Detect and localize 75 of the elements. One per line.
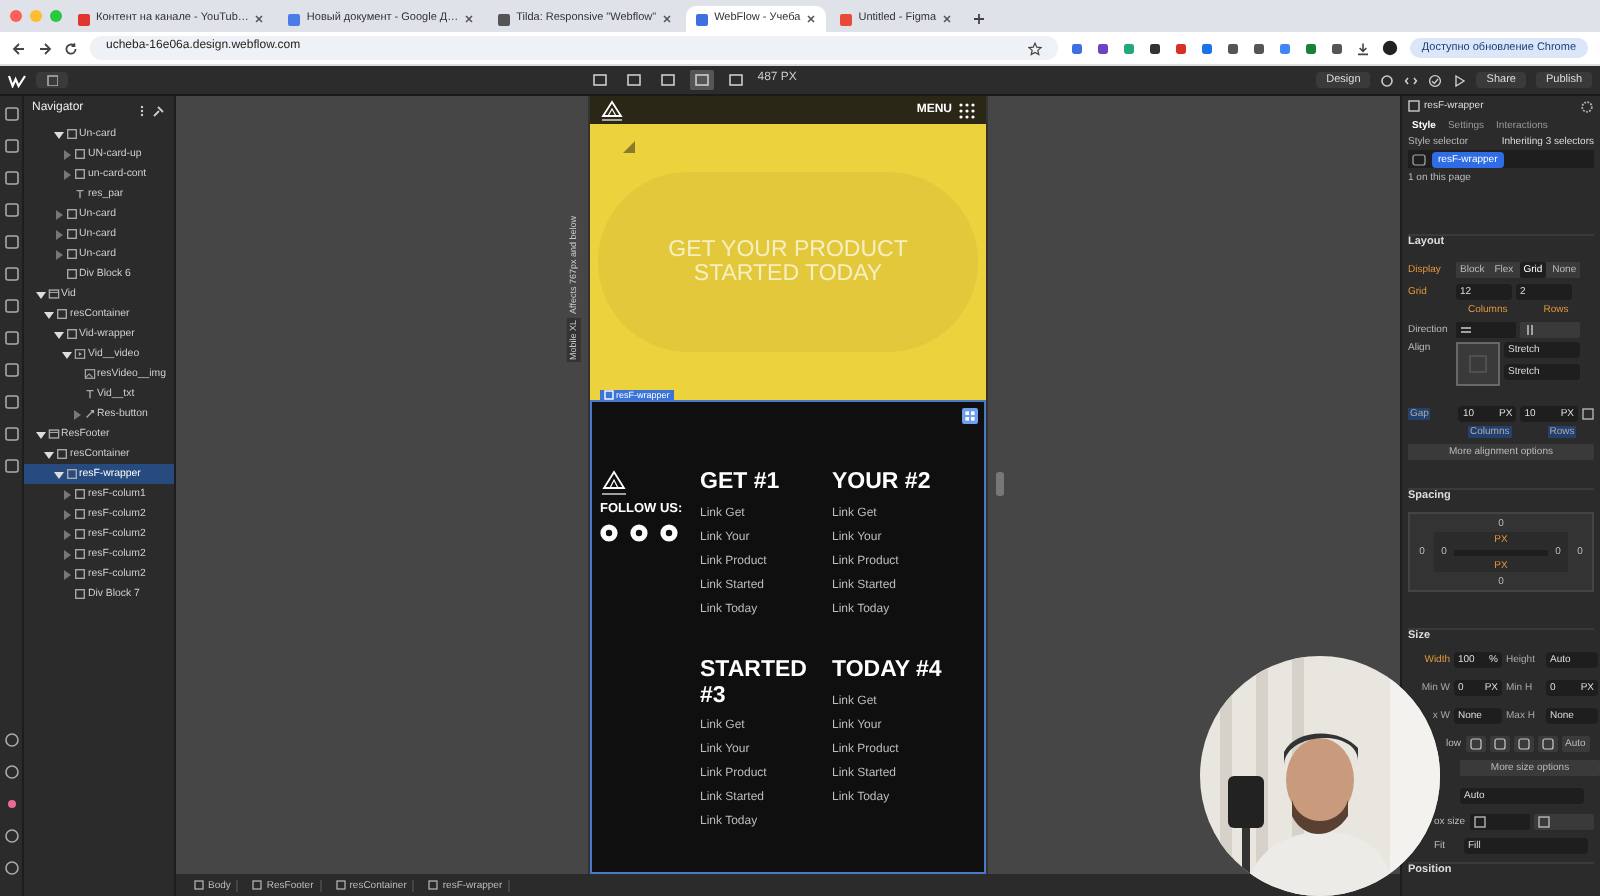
box-icon bbox=[194, 880, 204, 890]
overflow-option[interactable] bbox=[1465, 735, 1486, 751]
close-icon[interactable] bbox=[464, 14, 475, 24]
box-icon bbox=[65, 268, 77, 280]
box-icon bbox=[74, 528, 86, 540]
footer-column-heading: STARTED #3 bbox=[700, 658, 809, 709]
record-icon[interactable] bbox=[3, 796, 19, 812]
footer-column-heading: TODAY #4 bbox=[832, 658, 944, 684]
logo-icon bbox=[600, 99, 624, 121]
box-icon bbox=[74, 148, 86, 160]
hero-heading: GET YOUR PRODUCT STARTED TODAY bbox=[666, 237, 910, 287]
box-icon bbox=[1408, 100, 1420, 112]
box-size-option[interactable] bbox=[1469, 813, 1530, 829]
desktop-icon[interactable] bbox=[587, 70, 612, 90]
logo-icon bbox=[8, 73, 26, 87]
text-icon bbox=[74, 188, 86, 200]
box-icon bbox=[1537, 815, 1550, 827]
box-icon bbox=[65, 228, 77, 240]
pages-button[interactable] bbox=[36, 72, 68, 88]
avatar-icon[interactable] bbox=[1381, 40, 1398, 56]
box-icon bbox=[74, 568, 86, 580]
box-icon bbox=[65, 328, 77, 340]
section-icon bbox=[47, 428, 59, 440]
box-icon[interactable] bbox=[3, 202, 19, 218]
download-icon[interactable] bbox=[1355, 41, 1370, 55]
box-icon bbox=[74, 548, 86, 560]
overflow-option[interactable] bbox=[1537, 735, 1558, 751]
footer-column-heading: YOUR #2 bbox=[832, 470, 933, 496]
text-icon bbox=[83, 388, 95, 400]
play-icon[interactable] bbox=[1452, 73, 1467, 87]
grid-dots-icon bbox=[958, 101, 976, 119]
box-icon bbox=[335, 880, 346, 890]
box-icon bbox=[74, 168, 86, 180]
box-icon bbox=[252, 880, 263, 890]
box-icon bbox=[65, 128, 77, 140]
footer-column-heading: GET #1 bbox=[700, 470, 782, 496]
more-icon[interactable] bbox=[138, 103, 146, 117]
box-icon bbox=[1473, 815, 1486, 827]
desktop-small-icon[interactable] bbox=[621, 70, 646, 90]
columns-icon bbox=[1524, 324, 1536, 336]
section-icon bbox=[47, 288, 59, 300]
code-icon[interactable] bbox=[1404, 73, 1419, 87]
close-icon[interactable] bbox=[662, 14, 673, 24]
back-icon[interactable] bbox=[12, 41, 26, 55]
box-size-option[interactable] bbox=[1533, 813, 1594, 829]
box-icon bbox=[428, 880, 439, 890]
box-icon bbox=[74, 488, 86, 500]
reload-icon[interactable] bbox=[64, 41, 78, 55]
overflow-option[interactable] bbox=[1513, 735, 1534, 751]
logo-icon bbox=[600, 470, 628, 496]
image-icon bbox=[83, 368, 95, 380]
check-icon[interactable] bbox=[1428, 73, 1443, 87]
box-icon bbox=[65, 248, 77, 260]
video-icon bbox=[74, 348, 86, 360]
selector-icon bbox=[1412, 153, 1426, 165]
box-icon bbox=[65, 468, 77, 480]
direction-button[interactable] bbox=[1456, 322, 1516, 338]
close-icon[interactable] bbox=[254, 14, 265, 24]
close-icon[interactable] bbox=[806, 14, 817, 24]
box-icon bbox=[604, 390, 614, 401]
star-icon[interactable] bbox=[1027, 41, 1042, 55]
box-icon bbox=[74, 508, 86, 520]
direction-button[interactable] bbox=[1520, 322, 1580, 338]
box-icon bbox=[56, 448, 68, 460]
box-icon bbox=[65, 208, 77, 220]
triangle-icon bbox=[622, 140, 636, 154]
forward-icon[interactable] bbox=[38, 41, 52, 55]
grid-settings-icon[interactable] bbox=[962, 408, 978, 424]
overflow-option[interactable] bbox=[1489, 735, 1510, 751]
close-icon[interactable] bbox=[942, 14, 953, 24]
resize-handle[interactable] bbox=[996, 472, 1004, 496]
rows-icon bbox=[1460, 324, 1472, 336]
box-icon bbox=[56, 308, 68, 320]
add-tab-icon[interactable] bbox=[972, 12, 987, 26]
box-icon bbox=[74, 588, 86, 600]
